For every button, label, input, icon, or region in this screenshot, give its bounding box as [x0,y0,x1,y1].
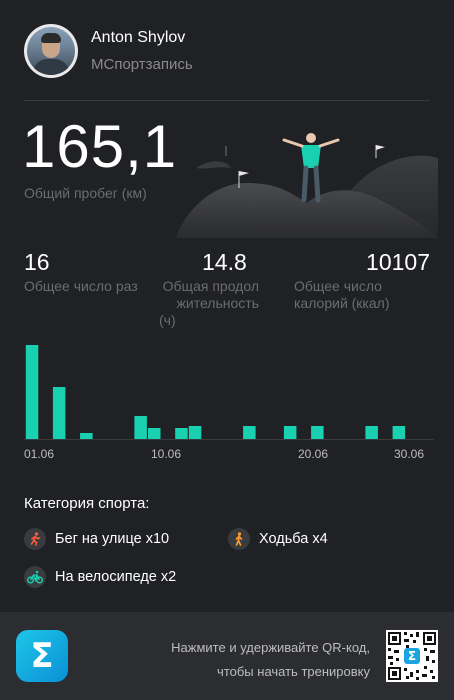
x-tick-label: 10.06 [151,447,182,461]
chart-bar [188,426,202,440]
divider [24,100,430,101]
qr-code-icon[interactable]: Σ [386,630,438,682]
chart-bar [25,345,39,440]
total-count-value: 16 [24,249,50,275]
total-calories-label: Общее число калорий (ккал) [294,278,390,311]
chart-bar [134,416,147,440]
mountain-illustration [176,133,438,238]
x-tick-label: 30.06 [394,447,425,461]
total-duration-label: Общая продол жительность (ч) [159,278,259,328]
app-subtitle: МСпортзапись [91,56,193,73]
walking-icon [228,528,250,550]
svg-text:Σ: Σ [408,649,416,663]
total-calories-value: 10107 [366,249,430,275]
daily-distance-chart [25,345,406,440]
x-tick-label: 01.06 [24,447,55,461]
category-outdoor-run[interactable]: Бег на улице x10 [24,527,169,551]
total-count-label: Общее число раз [24,278,138,294]
qr-hint: Нажмите и удерживайте QR-код, чтобы нача… [171,640,370,679]
sport-category-title: Категория спорта: [24,495,150,512]
chart-bar [283,426,297,440]
total-duration-value: 14.8 [202,249,247,275]
running-icon [24,528,46,550]
x-tick-label: 20.06 [298,447,329,461]
total-distance-label: Общий пробег (км) [24,185,147,201]
chart-bar [243,426,256,440]
app-logo-icon[interactable]: Σ [16,630,68,682]
share-card: Anton Shylov МСпортзапись 165,1 Общий пр… [0,0,454,612]
chart-baseline [24,439,434,440]
category-cycling[interactable]: На велосипеде x2 [24,565,176,589]
user-name: Anton Shylov [91,29,186,46]
chart-bar [365,426,378,440]
footer-bar: Σ Нажмите и удерживайте QR-код, чтобы на… [0,612,454,700]
chart-bar [311,426,324,440]
chart-bar [392,426,406,440]
category-walking[interactable]: Ходьба x4 [228,527,328,551]
avatar[interactable] [24,24,78,78]
chart-bar [52,387,66,440]
total-distance-value: 165,1 [22,113,178,180]
cycling-icon [24,566,46,588]
